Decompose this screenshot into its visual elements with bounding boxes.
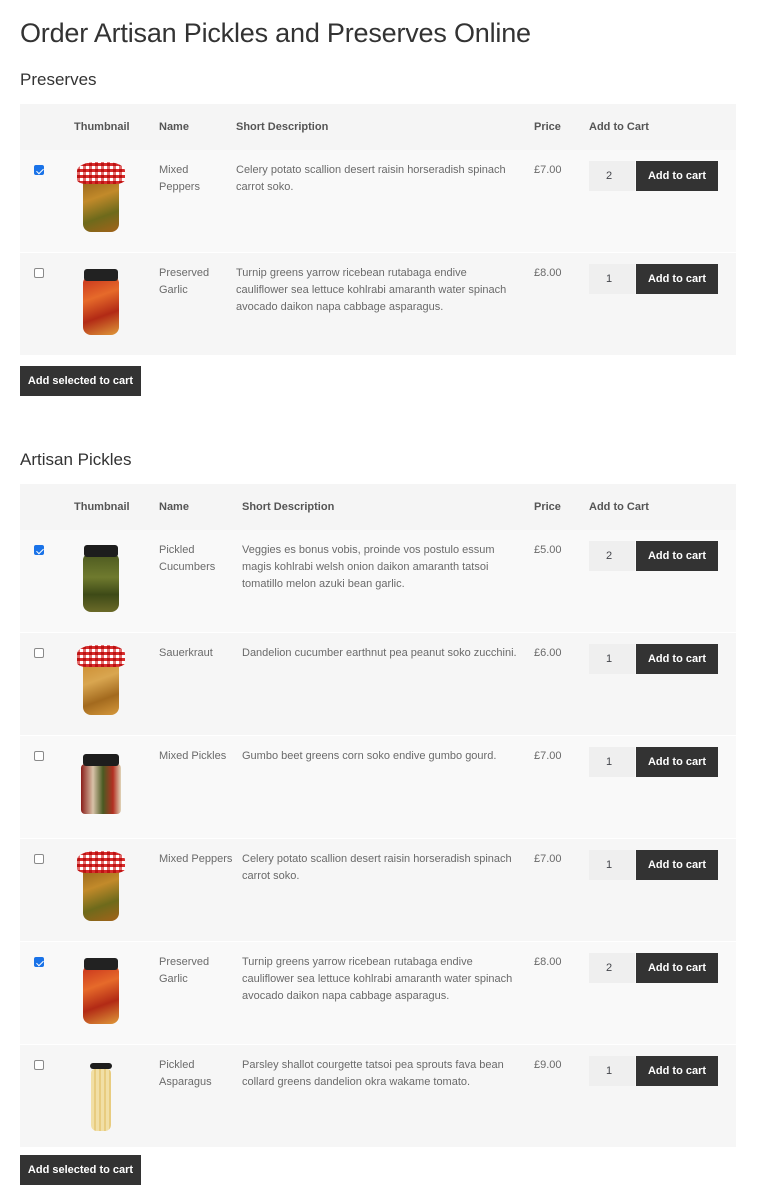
section-title-artisan-pickles: Artisan Pickles (20, 450, 132, 469)
table-row: Sauerkraut Dandelion cucumber earthnut p… (20, 633, 736, 735)
table-header-row: Thumbnail Name Short Description Price A… (20, 104, 736, 150)
add-to-cart-button[interactable]: Add to cart (636, 264, 718, 294)
table-row: Pickled Cucumbers Veggies es bonus vobis… (20, 530, 736, 632)
header-select (20, 484, 74, 530)
table-row: Preserved Garlic Turnip greens yarrow ri… (20, 942, 736, 1044)
product-name[interactable]: Mixed Pickles (159, 736, 242, 765)
table-row: Preserved Garlic Turnip greens yarrow ri… (20, 253, 736, 355)
add-to-cart-button[interactable]: Add to cart (636, 161, 718, 191)
select-checkbox[interactable] (34, 751, 44, 761)
product-price: £7.00 (534, 164, 562, 176)
select-checkbox[interactable] (34, 854, 44, 864)
table-row: Pickled Asparagus Parsley shallot courge… (20, 1045, 736, 1147)
select-checkbox[interactable] (34, 165, 44, 175)
product-name[interactable]: Preserved Garlic (159, 942, 242, 988)
header-short-description: Short Description (236, 104, 534, 150)
header-short-description: Short Description (242, 484, 534, 530)
select-checkbox[interactable] (34, 648, 44, 658)
preserved-garlic-thumbnail[interactable] (74, 954, 129, 1026)
product-price: £8.00 (534, 956, 562, 968)
quantity-input[interactable]: 1 (589, 644, 635, 674)
add-to-cart-button[interactable]: Add to cart (636, 1056, 718, 1086)
product-description: Turnip greens yarrow ricebean rutabaga e… (236, 267, 507, 313)
product-description: Turnip greens yarrow ricebean rutabaga e… (242, 956, 513, 1002)
product-description: Veggies es bonus vobis, proinde vos post… (242, 544, 495, 590)
product-description: Parsley shallot courgette tatsoi pea spr… (242, 1059, 504, 1088)
product-description: Celery potato scallion desert raisin hor… (242, 853, 512, 882)
header-name: Name (159, 104, 236, 150)
product-name[interactable]: Mixed Peppers (159, 150, 236, 196)
header-thumbnail: Thumbnail (74, 484, 159, 530)
mixed-peppers-thumbnail[interactable] (74, 851, 129, 923)
quantity-input[interactable]: 1 (589, 1056, 635, 1086)
header-price: Price (534, 484, 589, 530)
pickled-asparagus-thumbnail[interactable] (74, 1057, 129, 1131)
product-name[interactable]: Pickled Cucumbers (159, 530, 242, 576)
product-name[interactable]: Preserved Garlic (159, 253, 236, 299)
product-price: £7.00 (534, 853, 562, 865)
select-checkbox[interactable] (34, 545, 44, 555)
table-row: Mixed Peppers Celery potato scallion des… (20, 839, 736, 941)
header-name: Name (159, 484, 242, 530)
mixed-pickles-thumbnail[interactable] (74, 748, 129, 820)
product-price: £7.00 (534, 750, 562, 762)
table-header-row: Thumbnail Name Short Description Price A… (20, 484, 736, 530)
table-row: Mixed Pickles Gumbo beet greens corn sok… (20, 736, 736, 838)
select-checkbox[interactable] (34, 957, 44, 967)
quantity-input[interactable]: 2 (589, 953, 635, 983)
add-selected-to-cart-button[interactable]: Add selected to cart (20, 366, 141, 396)
product-description: Celery potato scallion desert raisin hor… (236, 164, 506, 193)
add-to-cart-button[interactable]: Add to cart (636, 747, 718, 777)
header-add-to-cart: Add to Cart (589, 104, 736, 150)
select-checkbox[interactable] (34, 268, 44, 278)
artisan-pickles-table: Thumbnail Name Short Description Price A… (20, 484, 736, 1147)
section-title-preserves: Preserves (20, 70, 97, 89)
sauerkraut-thumbnail[interactable] (74, 645, 129, 717)
page-title: Order Artisan Pickles and Preserves Onli… (20, 18, 531, 48)
add-to-cart-button[interactable]: Add to cart (636, 644, 718, 674)
quantity-input[interactable]: 2 (589, 161, 635, 191)
table-row: Mixed Peppers Celery potato scallion des… (20, 150, 736, 252)
preserved-garlic-thumbnail[interactable] (74, 265, 129, 337)
quantity-input[interactable]: 1 (589, 850, 635, 880)
product-price: £8.00 (534, 267, 562, 279)
product-description: Dandelion cucumber earthnut pea peanut s… (242, 647, 517, 659)
header-add-to-cart: Add to Cart (589, 484, 736, 530)
product-price: £9.00 (534, 1059, 562, 1071)
product-name[interactable]: Pickled Asparagus (159, 1045, 242, 1091)
pickled-cucumbers-thumbnail[interactable] (74, 542, 129, 614)
add-selected-to-cart-button[interactable]: Add selected to cart (20, 1155, 141, 1185)
product-price: £6.00 (534, 647, 562, 659)
add-to-cart-button[interactable]: Add to cart (636, 850, 718, 880)
add-to-cart-button[interactable]: Add to cart (636, 541, 718, 571)
add-to-cart-button[interactable]: Add to cart (636, 953, 718, 983)
preserves-table: Thumbnail Name Short Description Price A… (20, 104, 736, 355)
header-price: Price (534, 104, 589, 150)
product-description: Gumbo beet greens corn soko endive gumbo… (242, 750, 497, 762)
header-thumbnail: Thumbnail (74, 104, 159, 150)
mixed-peppers-thumbnail[interactable] (74, 162, 129, 234)
quantity-input[interactable]: 1 (589, 264, 635, 294)
product-name[interactable]: Mixed Peppers (159, 839, 242, 868)
header-select (20, 104, 74, 150)
product-name[interactable]: Sauerkraut (159, 633, 242, 662)
product-price: £5.00 (534, 544, 562, 556)
quantity-input[interactable]: 2 (589, 541, 635, 571)
select-checkbox[interactable] (34, 1060, 44, 1070)
quantity-input[interactable]: 1 (589, 747, 635, 777)
